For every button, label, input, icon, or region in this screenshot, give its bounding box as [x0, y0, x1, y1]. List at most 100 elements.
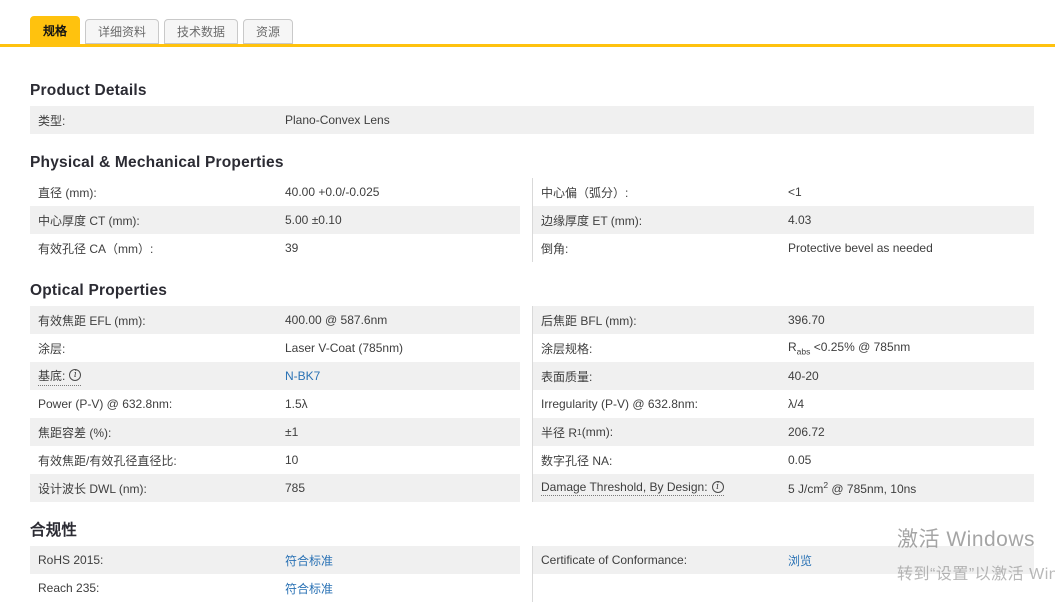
spec-label: 基底: i	[38, 367, 285, 386]
spec-value: 40-20	[788, 369, 819, 383]
spec-label-text: Power (P-V) @ 632.8nm:	[38, 397, 173, 411]
spec-value: 10	[285, 453, 299, 467]
spec-label: RoHS 2015:	[38, 553, 285, 567]
spec-cell: 中心偏（弧分）: <1	[532, 178, 1034, 206]
spec-label: 直径 (mm):	[38, 184, 285, 201]
spec-label: 有效焦距 EFL (mm):	[38, 312, 285, 329]
spec-row: 焦距容差 (%): ±1 半径 R1 (mm): 206.72	[30, 418, 1034, 446]
tab-inactive[interactable]: 详细资料	[85, 19, 160, 44]
spec-label: Damage Threshold, By Design: i	[541, 480, 788, 496]
spec-value: 400.00 @ 587.6nm	[285, 313, 388, 327]
spec-label: 后焦距 BFL (mm):	[541, 312, 788, 329]
spec-label-text: 涂层:	[38, 341, 66, 356]
spec-label-text[interactable]: 基底: i	[38, 367, 82, 386]
spec-value: ±1	[285, 425, 299, 439]
spec-label-text: 表面质量:	[541, 369, 593, 384]
spec-value: 396.70	[788, 313, 825, 327]
spec-value: λ/4	[788, 397, 805, 411]
info-icon[interactable]: i	[69, 369, 82, 381]
spec-label: 表面质量:	[541, 368, 788, 385]
spec-row: 设计波长 DWL (nm): 785 Damage Threshold, By De…	[30, 474, 1034, 502]
spec-value: 4.03	[788, 213, 812, 227]
spec-value: 0.05	[788, 453, 812, 467]
spec-row: Reach 235: 符合标准	[30, 574, 1034, 602]
spec-cell: Reach 235: 符合标准	[30, 574, 532, 602]
spec-label-text: 半径 R1 (mm):	[541, 425, 614, 440]
tab-inactive[interactable]: 技术数据	[164, 19, 239, 44]
info-icon[interactable]: i	[711, 481, 724, 493]
spec-value: Rabs <0.25% @ 785nm	[788, 339, 911, 357]
spec-value-link[interactable]: 浏览	[788, 552, 1026, 569]
spec-cell: 有效焦距/有效孔径直径比: 10	[30, 446, 532, 474]
spec-label: Power (P-V) @ 632.8nm:	[38, 397, 285, 411]
spec-cell: 涂层: Laser V-Coat (785nm)	[30, 334, 532, 362]
spec-label: 边缘厚度 ET (mm):	[541, 212, 788, 229]
tab-active[interactable]: 规格	[30, 16, 81, 44]
spec-label: 中心厚度 CT (mm):	[38, 212, 285, 229]
spec-cell: 类型: Plano-Convex Lens	[30, 106, 1034, 134]
spec-cell: 有效焦距 EFL (mm): 400.00 @ 587.6nm	[30, 306, 532, 334]
spec-label-text: 数字孔径 NA:	[541, 453, 613, 468]
spec-cell: Power (P-V) @ 632.8nm: 1.5λ	[30, 390, 532, 418]
spec-row: 有效焦距 EFL (mm): 400.00 @ 587.6nm 后焦距 BFL (m…	[30, 306, 1034, 334]
spec-label: 有效孔径 CA（mm）:	[38, 240, 285, 257]
spec-cell: 基底: i N-BK7	[30, 362, 532, 390]
spec-cell: 数字孔径 NA: 0.05	[532, 446, 1034, 474]
spec-row: 类型: Plano-Convex Lens	[30, 106, 1034, 134]
spec-label-text: 有效孔径 CA（mm）:	[38, 241, 154, 256]
spec-label: 有效焦距/有效孔径直径比:	[38, 452, 285, 469]
spec-label-text: 边缘厚度 ET (mm):	[541, 213, 643, 228]
spec-label-text: 中心偏（弧分）:	[541, 185, 629, 200]
spec-cell: 中心厚度 CT (mm): 5.00 ±0.10	[30, 206, 532, 234]
spec-cell	[532, 574, 1034, 602]
spec-label-text: 焦距容差 (%):	[38, 425, 112, 440]
spec-label: 涂层:	[38, 340, 285, 357]
spec-value: 1.5λ	[285, 397, 308, 411]
spec-label: 涂层规格:	[541, 340, 788, 357]
spec-value-link[interactable]: N-BK7	[285, 369, 512, 383]
spec-value: 39	[285, 241, 299, 255]
spec-value: 5 J/cm2 @ 785nm, 10ns	[788, 480, 917, 496]
spec-value: 40.00 +0.0/-0.025	[285, 185, 380, 199]
spec-label: 类型:	[38, 112, 285, 129]
spec-value: 5.00 ±0.10	[285, 213, 342, 227]
spec-row: Power (P-V) @ 632.8nm: 1.5λ Irregularity (…	[30, 390, 1034, 418]
spec-value: 785	[285, 481, 306, 495]
spec-value-link[interactable]: 符合标准	[285, 580, 512, 597]
spec-row: 有效孔径 CA（mm）: 39 倒角: Protective bevel as nee…	[30, 234, 1034, 262]
spec-cell: 涂层规格: Rabs <0.25% @ 785nm	[532, 334, 1034, 362]
spec-label: Reach 235:	[38, 581, 285, 595]
tab-inactive[interactable]: 资源	[243, 19, 294, 44]
spec-label: 焦距容差 (%):	[38, 424, 285, 441]
spec-cell: 焦距容差 (%): ±1	[30, 418, 532, 446]
spec-label-text: 倒角:	[541, 241, 569, 256]
tab-strip: 规格 详细资料 技术数据 资源	[0, 0, 1055, 47]
spec-label-text: 直径 (mm):	[38, 185, 97, 200]
spec-value: 206.72	[788, 425, 825, 439]
section-optical-properties: Optical Properties 有效焦距 EFL (mm): 400.00 @…	[30, 282, 1034, 502]
spec-cell: 设计波长 DWL (nm): 785	[30, 474, 532, 502]
spec-label: 设计波长 DWL (nm):	[38, 480, 285, 497]
spec-label: 倒角:	[541, 240, 788, 257]
spec-label-text: 后焦距 BFL (mm):	[541, 313, 637, 328]
spec-cell: RoHS 2015: 符合标准	[30, 546, 532, 574]
spec-cell: 半径 R1 (mm): 206.72	[532, 418, 1034, 446]
spec-label-text: 涂层规格:	[541, 341, 593, 356]
spec-row: 中心厚度 CT (mm): 5.00 ±0.10 边缘厚度 ET (mm): 4.03	[30, 206, 1034, 234]
spec-label-text[interactable]: Damage Threshold, By Design: i	[541, 480, 724, 496]
spec-cell: 直径 (mm): 40.00 +0.0/-0.025	[30, 178, 532, 206]
spec-cell: 表面质量: 40-20	[532, 362, 1034, 390]
spec-label: 半径 R1 (mm):	[541, 424, 788, 441]
tab-accent-line	[0, 44, 1055, 47]
spec-value: Laser V-Coat (785nm)	[285, 341, 404, 355]
spec-label-text: 中心厚度 CT (mm):	[38, 213, 140, 228]
spec-label: 中心偏（弧分）:	[541, 184, 788, 201]
spec-label-text: 有效焦距/有效孔径直径比:	[38, 453, 177, 468]
spec-value-link[interactable]: 符合标准	[285, 552, 512, 569]
spec-cell: 边缘厚度 ET (mm): 4.03	[532, 206, 1034, 234]
section-compliance: 合规性 RoHS 2015: 符合标准 Certificate of Conforma…	[30, 522, 1034, 602]
spec-label: Certificate of Conformance:	[541, 553, 788, 567]
spec-row: 基底: i N-BK7 表面质量: 40-20	[30, 362, 1034, 390]
spec-row: RoHS 2015: 符合标准 Certificate of Conformance…	[30, 546, 1034, 574]
spec-cell: Irregularity (P-V) @ 632.8nm: λ/4	[532, 390, 1034, 418]
